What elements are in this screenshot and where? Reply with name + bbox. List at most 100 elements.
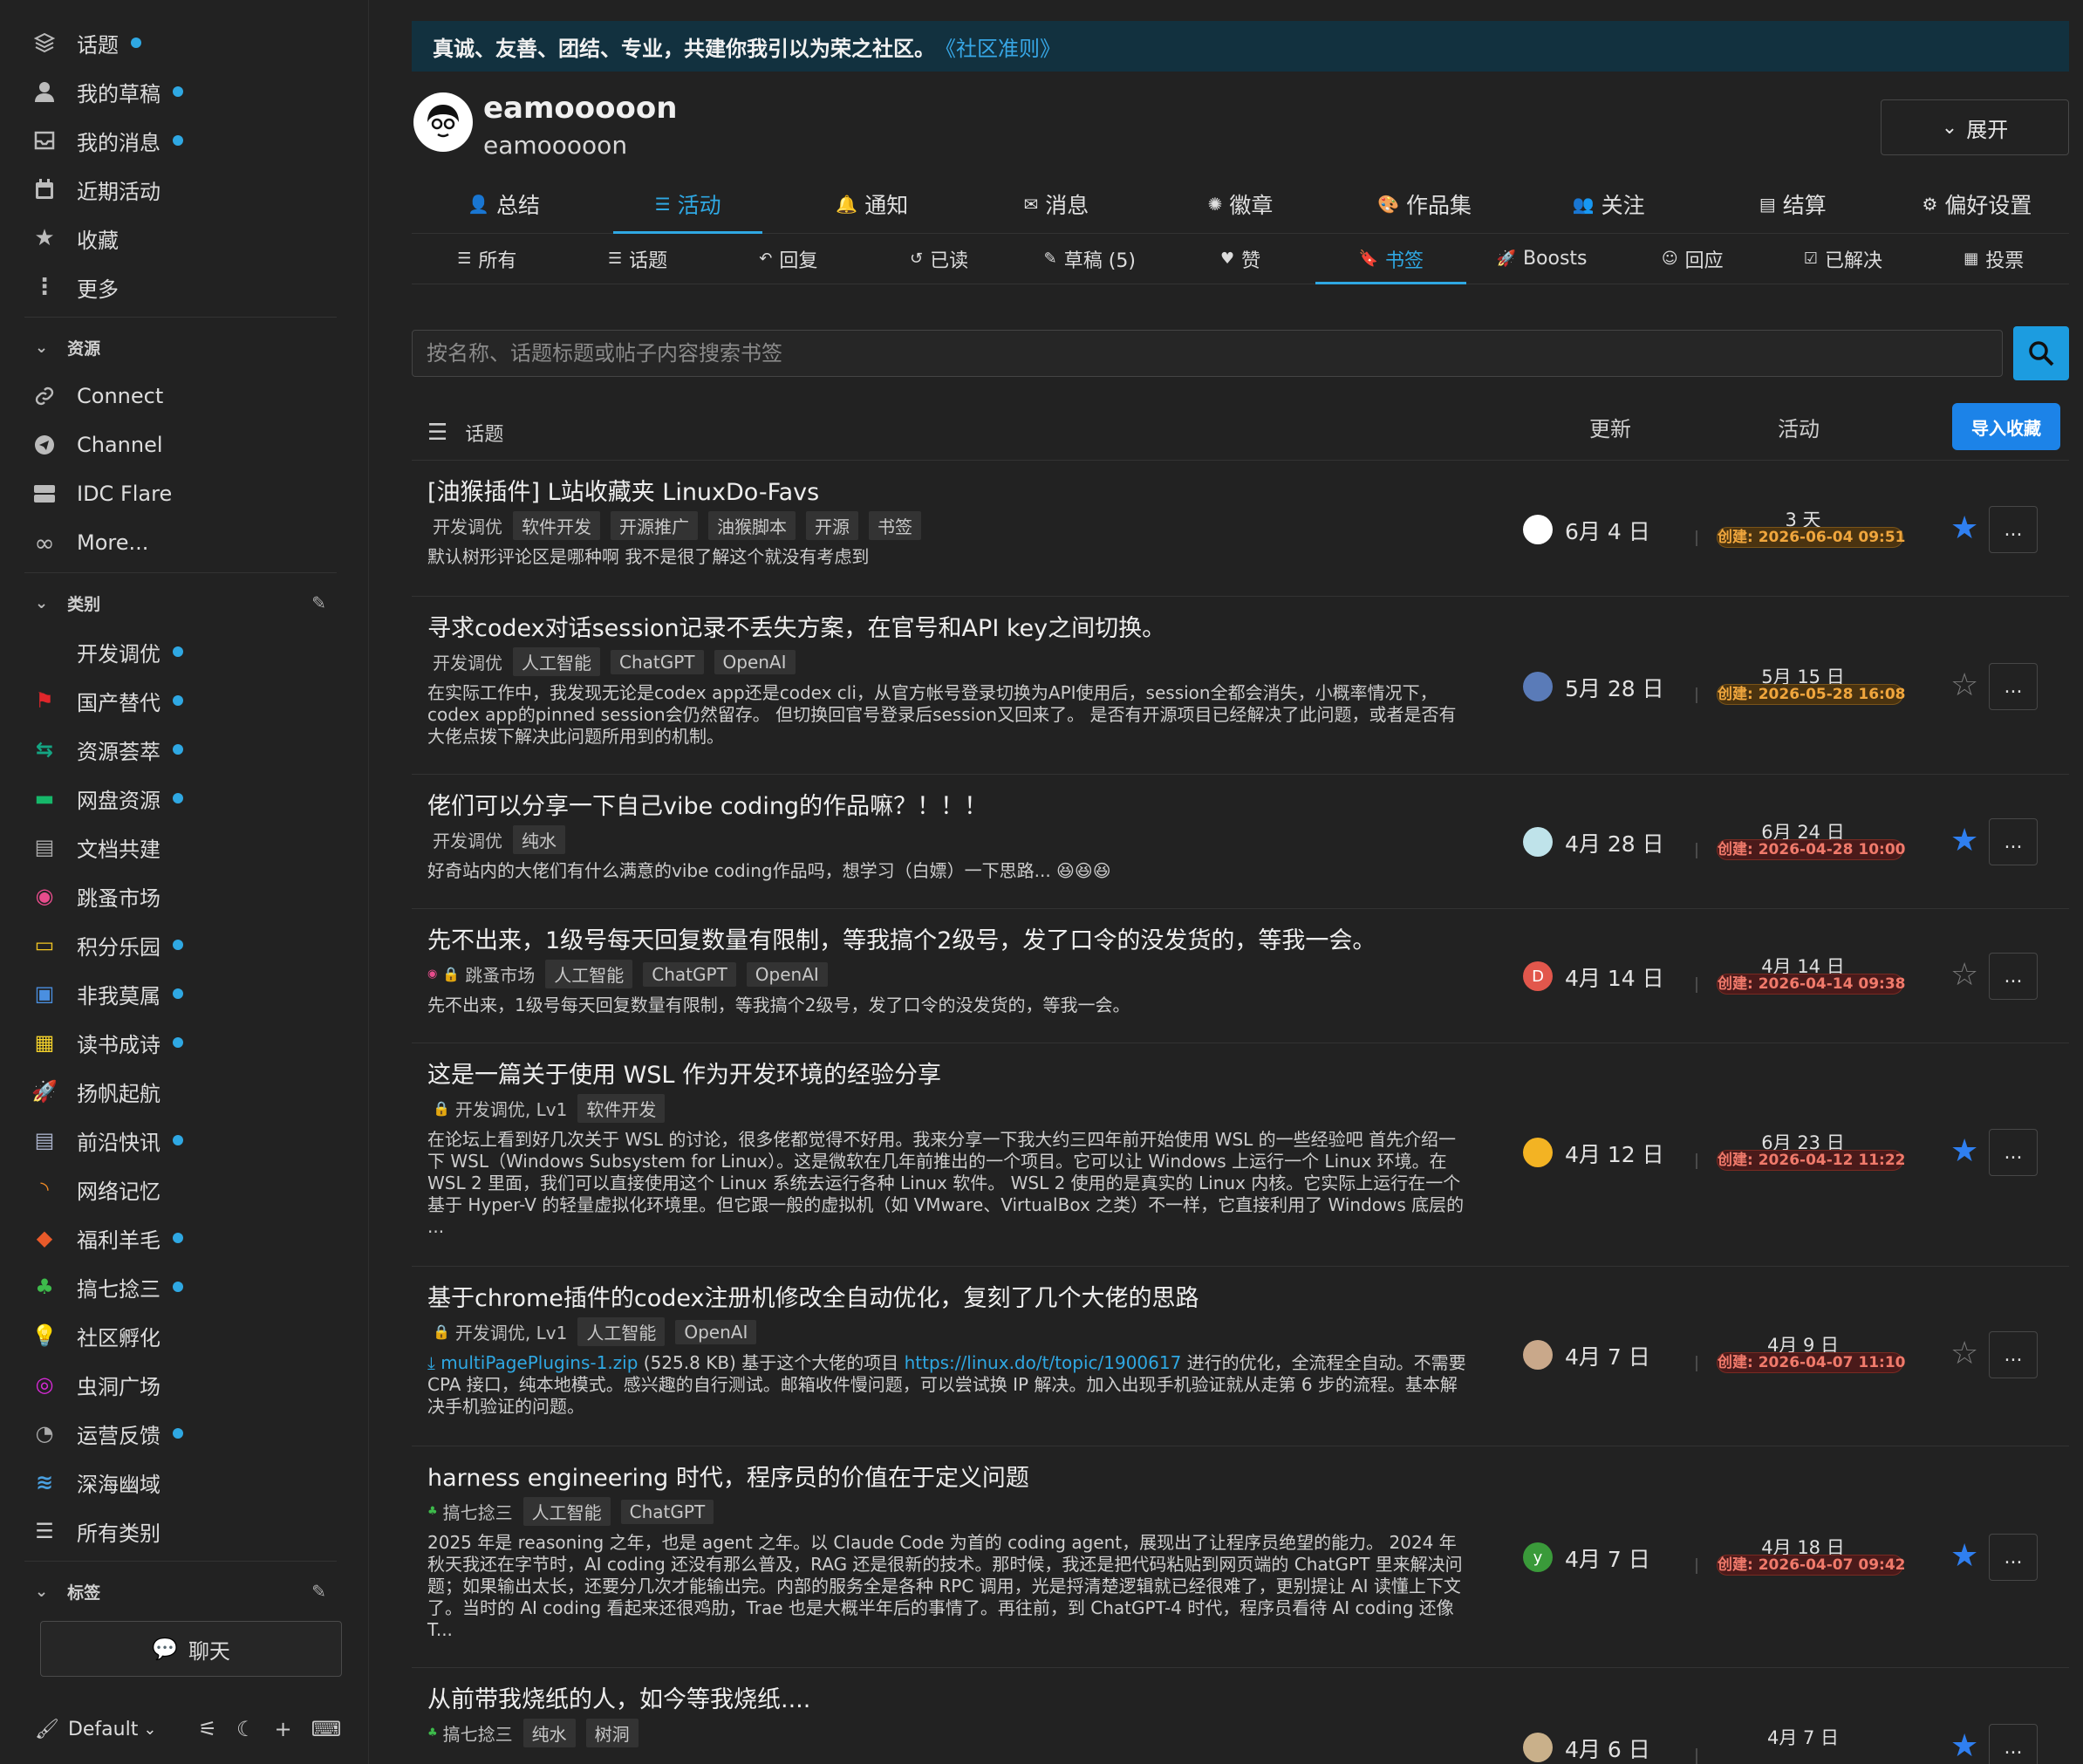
topic-title[interactable]: 这是一篇关于使用 WSL 作为开发环境的经验分享: [427, 1056, 941, 1090]
more-options-button[interactable]: ...: [1989, 1331, 2038, 1378]
topic-title[interactable]: 基于chrome插件的codex注册机修改全自动优化，复刻了几个大佬的思路: [427, 1279, 1199, 1313]
avatar[interactable]: [1523, 1733, 1553, 1762]
activity-age[interactable]: 4月 7 日: [1711, 1724, 1895, 1750]
tab-following[interactable]: 👥 关注: [1517, 174, 1701, 233]
topic-title[interactable]: 从前带我烧纸的人，如今等我烧纸....: [427, 1680, 810, 1714]
sidebar-category-item[interactable]: 开发调优: [0, 627, 368, 676]
sidebar-section-tags[interactable]: ⌄ 标签 ✎: [0, 1567, 368, 1616]
moon-icon[interactable]: ☾: [236, 1717, 256, 1741]
sidebar-category-item[interactable]: ◆ 福利羊毛: [0, 1214, 368, 1262]
topic-tag[interactable]: 人工智能: [522, 1497, 611, 1526]
sidebar-category-item[interactable]: 💡 社区孵化: [0, 1311, 368, 1360]
updated-column-header[interactable]: 更新: [1589, 412, 1631, 442]
star-filled-icon[interactable]: ★: [1950, 1731, 1978, 1762]
table-row[interactable]: 基于chrome插件的codex注册机修改全自动优化，复刻了几个大佬的思路 🔒 开发…: [412, 1267, 2069, 1446]
table-row[interactable]: [油猴插件] L站收藏夹 LinuxDo-Favs 开发调优 软件开发 开源推广 油猴脚…: [412, 461, 2069, 597]
updated-date[interactable]: 5月 28 日: [1565, 672, 1664, 703]
expand-button[interactable]: ⌄ 展开: [1881, 99, 2069, 155]
tab-portfolio[interactable]: 🎨 作品集: [1333, 174, 1517, 233]
pencil-icon[interactable]: ✎: [311, 592, 326, 613]
avatar[interactable]: y: [1523, 1542, 1553, 1572]
sidebar-item-favorites[interactable]: ★ 收藏: [0, 214, 368, 263]
topic-category[interactable]: ♣ 搞七捻三: [427, 1720, 513, 1746]
more-options-button[interactable]: ...: [1989, 1724, 2038, 1764]
sidebar-item-idc-flare[interactable]: IDC Flare: [0, 469, 368, 518]
star-filled-icon[interactable]: ★: [1950, 1541, 1978, 1572]
search-button[interactable]: [2013, 326, 2069, 380]
import-favorites-button[interactable]: 导入收藏: [1952, 403, 2060, 450]
sidebar-category-item[interactable]: ⇆ 资源荟萃: [0, 725, 368, 774]
topic-category[interactable]: 🔒 开发调优, Lv1: [427, 1096, 567, 1121]
topic-tag[interactable]: 软件开发: [577, 1094, 666, 1123]
sliders-icon[interactable]: ⚟: [198, 1717, 217, 1741]
sidebar-category-item[interactable]: ☰ 所有类别: [0, 1507, 368, 1555]
topic-tag[interactable]: 人工智能: [577, 1317, 666, 1346]
topic-column-header[interactable]: ☰ 话题: [427, 419, 503, 447]
search-input[interactable]: [412, 330, 2003, 377]
sidebar-category-item[interactable]: ◝ 网络记忆: [0, 1165, 368, 1214]
attachment-link[interactable]: multiPagePlugins-1.zip: [441, 1352, 638, 1373]
filter-tab[interactable]: ↶ 回复: [713, 234, 864, 284]
topic-tag[interactable]: 油猴脚本: [708, 511, 796, 540]
sidebar-item-more-resources[interactable]: ∞ More...: [0, 518, 368, 567]
more-options-button[interactable]: ...: [1989, 953, 2038, 1000]
sidebar-category-item[interactable]: ▦ 读书成诗: [0, 1018, 368, 1067]
tab-messages[interactable]: ✉ 消息: [964, 174, 1148, 233]
sidebar-category-item[interactable]: ▬ 网盘资源: [0, 774, 368, 823]
topic-tag[interactable]: 人工智能: [513, 647, 600, 676]
topic-tag[interactable]: 纯水: [522, 1719, 576, 1747]
more-options-button[interactable]: ...: [1989, 663, 2038, 710]
sidebar-section-resources[interactable]: ⌄ 资源: [0, 323, 368, 372]
star-filled-icon[interactable]: ★: [1950, 513, 1978, 544]
updated-date[interactable]: 4月 28 日: [1565, 827, 1664, 858]
updated-date[interactable]: 4月 7 日: [1565, 1542, 1650, 1574]
filter-tab[interactable]: ☰ 话题: [563, 234, 714, 284]
topic-category[interactable]: ◉ 🔒 跳蚤市场: [427, 961, 535, 987]
sidebar-category-item[interactable]: ▭ 积分乐园: [0, 920, 368, 969]
filter-tab[interactable]: 🔖 书签: [1315, 234, 1466, 284]
topic-category[interactable]: 开发调优: [427, 513, 502, 538]
sidebar-item-drafts[interactable]: 我的草稿: [0, 67, 368, 116]
table-row[interactable]: 这是一篇关于使用 WSL 作为开发环境的经验分享 🔒 开发调优, Lv1 软件开发 在论…: [412, 1043, 2069, 1267]
topic-category[interactable]: 🔒 开发调优, Lv1: [427, 1319, 567, 1344]
table-row[interactable]: harness engineering 时代，程序员的价值在于定义问题 ♣ 搞七捻三…: [412, 1446, 2069, 1668]
chat-button[interactable]: 💬 聊天: [40, 1621, 342, 1677]
updated-date[interactable]: 6月 4 日: [1565, 515, 1650, 546]
avatar[interactable]: [1523, 672, 1553, 701]
filter-tab[interactable]: ☺ 回应: [1617, 234, 1768, 284]
topic-tag[interactable]: 书签: [869, 511, 921, 540]
sidebar-item-more[interactable]: ⋮ 更多: [0, 263, 368, 311]
sidebar-category-item[interactable]: ⚑ 国产替代: [0, 676, 368, 725]
sidebar-category-item[interactable]: ▤ 文档共建: [0, 823, 368, 872]
updated-date[interactable]: 4月 6 日: [1565, 1733, 1650, 1764]
topic-title[interactable]: [油猴插件] L站收藏夹 LinuxDo-Favs: [427, 473, 819, 507]
filter-tab[interactable]: ☑ 已解决: [1768, 234, 1919, 284]
sidebar-item-topics[interactable]: 话题: [0, 18, 368, 67]
topic-tag[interactable]: 软件开发: [513, 511, 600, 540]
theme-selector[interactable]: Default: [68, 1719, 138, 1740]
filter-tab[interactable]: ♥ 赞: [1165, 234, 1316, 284]
star-filled-icon[interactable]: ★: [1950, 825, 1978, 857]
topic-tag[interactable]: 树洞: [585, 1719, 639, 1747]
sidebar-category-item[interactable]: 🚀 扬帆起航: [0, 1067, 368, 1116]
filter-tab[interactable]: ▦ 投票: [1918, 234, 2069, 284]
guidelines-link[interactable]: 《社区准则》: [935, 31, 1061, 62]
pencil-icon[interactable]: ✎: [311, 1581, 326, 1602]
topic-title[interactable]: 佬们可以分享一下自己vibe coding的作品嘛？！！！: [427, 787, 987, 821]
filter-tab[interactable]: ✎ 草稿 (5): [1014, 234, 1165, 284]
topic-category[interactable]: ♣ 搞七捻三: [427, 1499, 513, 1524]
avatar[interactable]: [413, 92, 473, 152]
topic-tag[interactable]: OpenAI: [746, 961, 828, 987]
star-outline-icon[interactable]: ☆: [1950, 1338, 1978, 1370]
filter-tab[interactable]: 🚀 Boosts: [1466, 234, 1617, 284]
topic-tag[interactable]: OpenAI: [714, 649, 796, 674]
sidebar-category-item[interactable]: ▤ 前沿快讯: [0, 1116, 368, 1165]
topic-tag[interactable]: 开源: [806, 511, 858, 540]
sidebar-item-connect[interactable]: Connect: [0, 372, 368, 420]
sidebar-section-categories[interactable]: ⌄ 类别 ✎: [0, 578, 368, 627]
updated-date[interactable]: 4月 14 日: [1565, 961, 1664, 993]
sidebar-item-recent-activity[interactable]: 近期活动: [0, 165, 368, 214]
sidebar-item-channel[interactable]: Channel: [0, 420, 368, 469]
table-row[interactable]: 寻求codex对话session记录不丢失方案，在官号和API key之间切换。…: [412, 597, 2069, 775]
more-options-button[interactable]: ...: [1989, 818, 2038, 865]
